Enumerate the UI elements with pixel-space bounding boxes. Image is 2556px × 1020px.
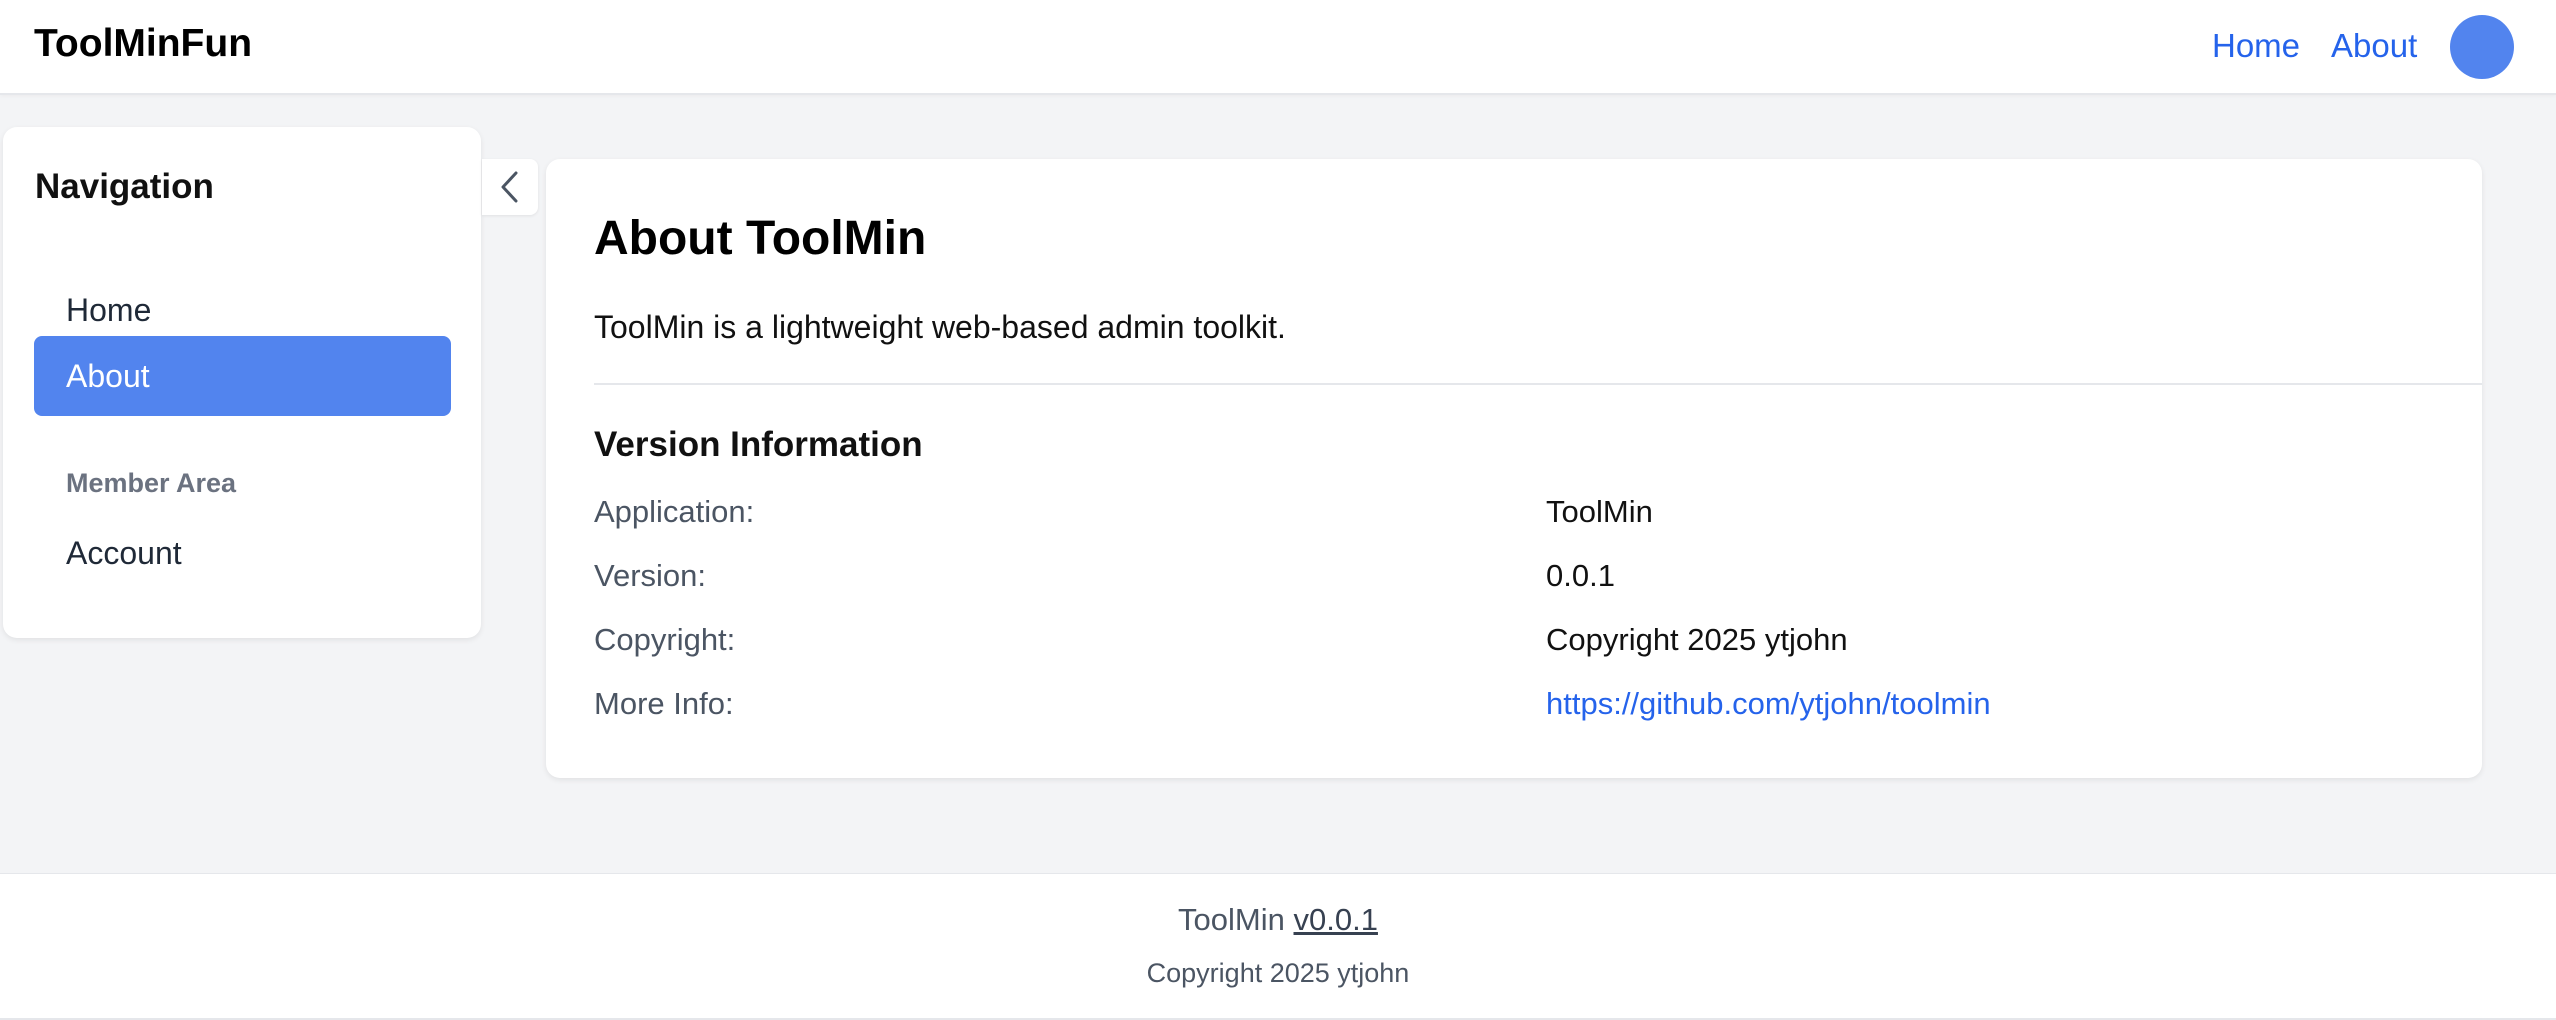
top-bar: ToolMinFun Home About [0,0,2556,95]
more-info-link[interactable]: https://github.com/ytjohn/toolmin [1546,686,1991,722]
version-section-title: Version Information [594,425,923,464]
info-label-version: Version: [594,558,707,593]
footer-copyright: Copyright 2025 ytjohn [1146,958,1410,988]
brand-title[interactable]: ToolMinFun [34,22,252,66]
info-value-application: ToolMin [1546,494,1653,529]
footer-app-line: ToolMin v0.0.1 [0,902,2556,938]
sidebar-section-label: Member Area [66,468,237,498]
topnav-home-link[interactable]: Home [2212,27,2300,65]
footer-version-link[interactable]: v0.0.1 [1294,902,1378,937]
sidebar-item-label: About [66,357,150,394]
sidebar: Navigation Home About Member Area Accoun… [3,127,481,638]
info-label-application: Application: [594,494,755,529]
topnav-about-link[interactable]: About [2331,27,2417,65]
user-avatar[interactable] [2450,15,2514,79]
sidebar-item-account[interactable]: Account [34,513,451,593]
about-card: About ToolMin ToolMin is a lightweight w… [546,159,2482,778]
info-value-version: 0.0.1 [1546,558,1615,593]
footer: ToolMin v0.0.1 Copyright 2025 ytjohn [0,873,2556,1020]
intro-text: ToolMin is a lightweight web-based admin… [594,309,1286,345]
page-title: About ToolMin [594,212,927,265]
chevron-left-icon [501,171,518,203]
sidebar-title: Navigation [35,167,214,206]
sidebar-collapse-button[interactable] [482,159,538,215]
info-label-copyright: Copyright: [594,622,736,657]
sidebar-item-label: Home [66,291,152,328]
footer-app-name: ToolMin [1178,902,1285,937]
info-value-copyright: Copyright 2025 ytjohn [1546,622,1848,657]
info-label-more-info: More Info: [594,686,734,721]
sidebar-item-label: Account [66,534,182,571]
sidebar-item-about[interactable]: About [34,336,451,416]
divider [594,383,2482,385]
